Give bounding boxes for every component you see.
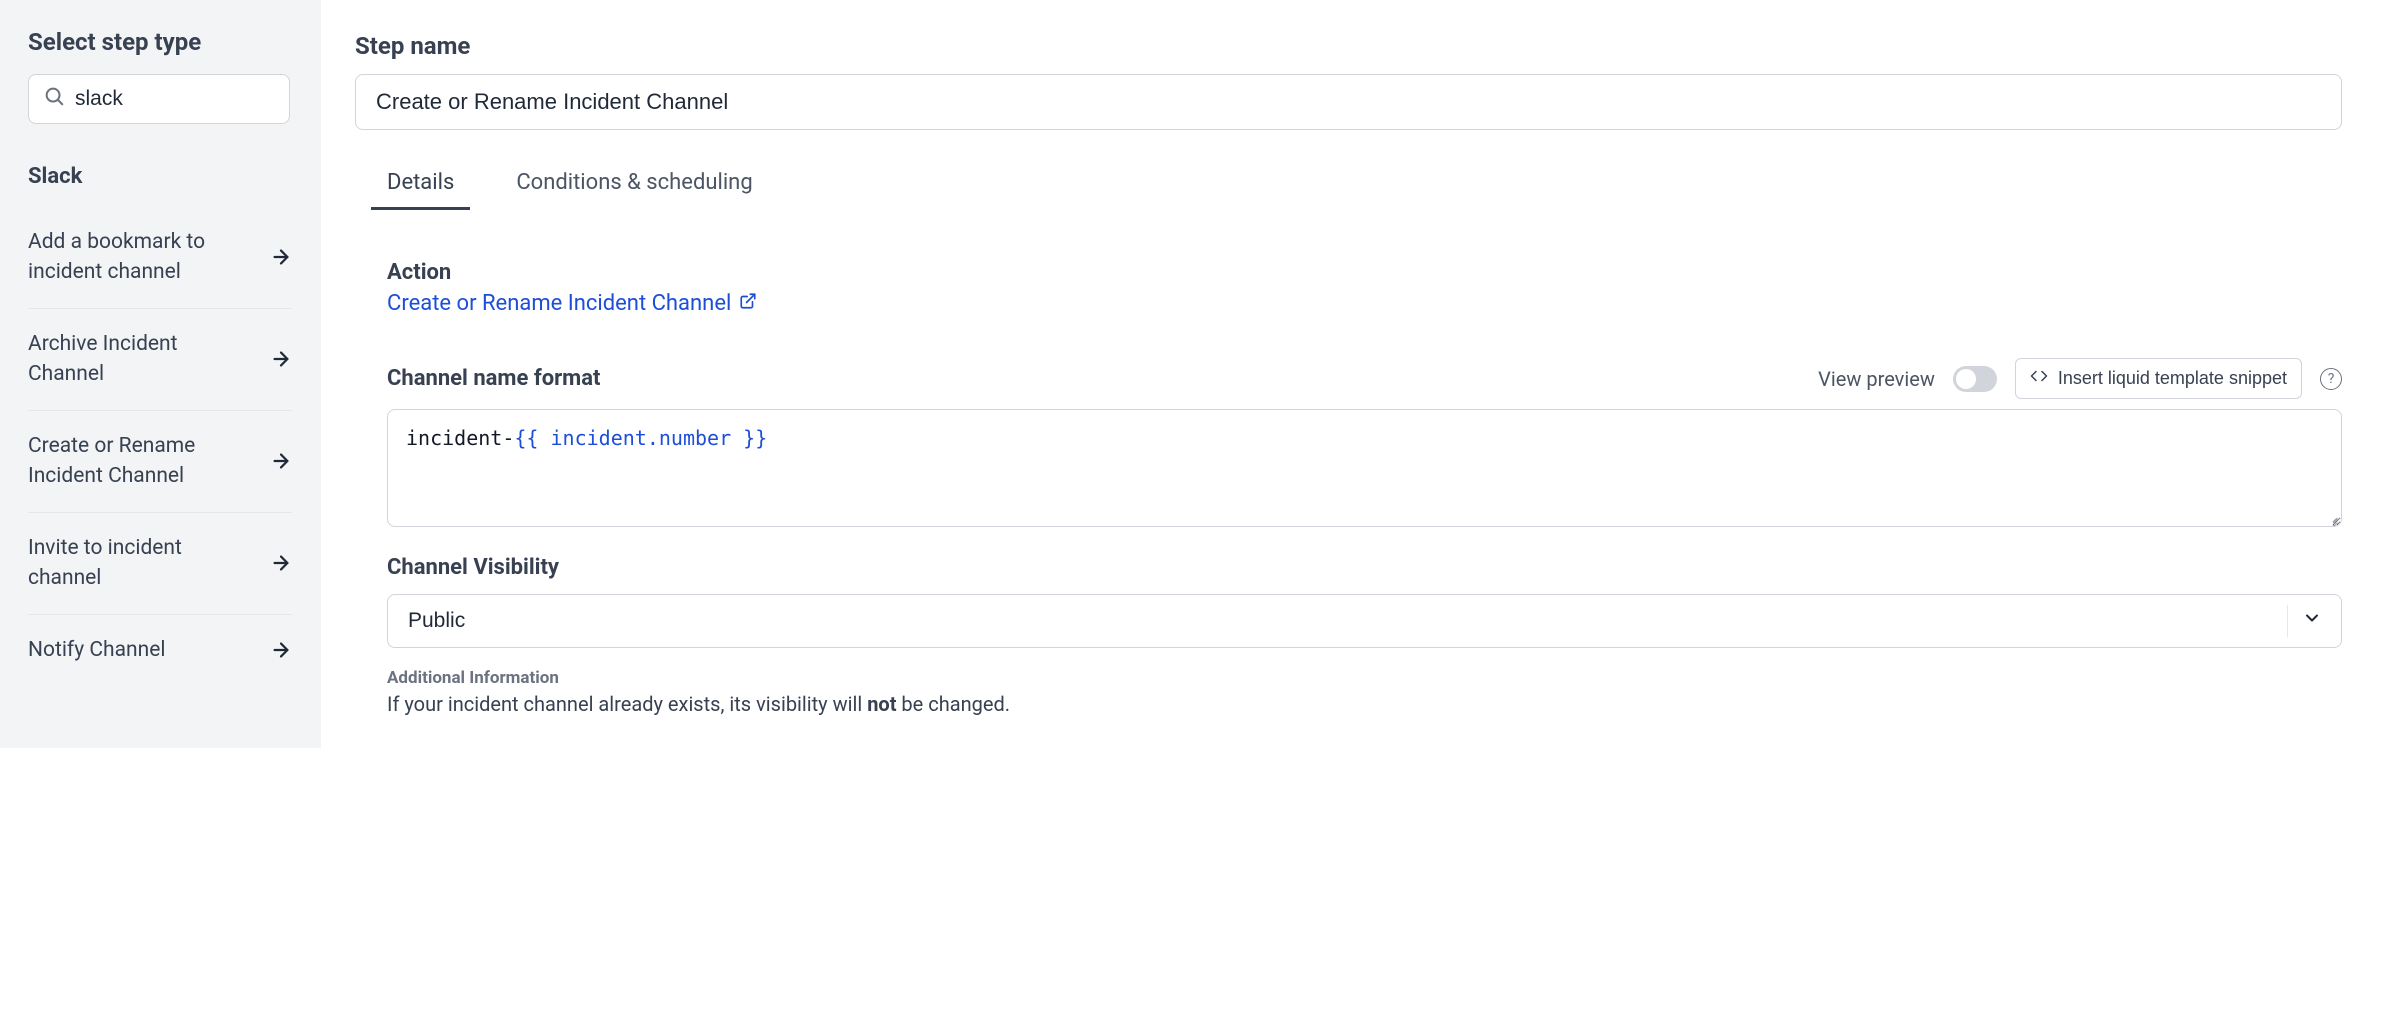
select-divider [2287, 605, 2288, 637]
additional-information: Additional Information If your incident … [387, 668, 2342, 716]
help-icon[interactable]: ? [2320, 368, 2342, 390]
step-item-label: Add a bookmark to incident channel [28, 227, 238, 288]
channel-visibility-select-wrap [387, 594, 2342, 648]
step-item-notify-channel[interactable]: Notify Channel [28, 615, 292, 685]
action-link-text: Create or Rename Incident Channel [387, 291, 731, 316]
action-label: Action [387, 260, 2342, 285]
action-link[interactable]: Create or Rename Incident Channel [387, 291, 757, 316]
arrow-right-icon [270, 450, 292, 472]
channel-format-input[interactable]: incident-{{ incident.number }} [387, 409, 2342, 527]
step-item-archive-channel[interactable]: Archive Incident Channel [28, 309, 292, 411]
external-link-icon [739, 291, 757, 316]
arrow-right-icon [270, 552, 292, 574]
main-panel: Step name Details Conditions & schedulin… [321, 0, 2390, 748]
arrow-right-icon [270, 639, 292, 661]
step-group-label: Slack [28, 164, 292, 189]
arrow-right-icon [270, 246, 292, 268]
channel-visibility-select[interactable] [387, 594, 2342, 648]
toggle-knob [1956, 369, 1976, 389]
search-icon [43, 85, 65, 113]
code-plain-text: incident- [406, 426, 514, 450]
additional-info-header: Additional Information [387, 668, 2342, 688]
step-item-label: Invite to incident channel [28, 533, 238, 594]
channel-format-label: Channel name format [387, 366, 600, 391]
channel-visibility-label: Channel Visibility [387, 555, 2342, 580]
code-liquid-text: {{ incident.number }} [514, 426, 767, 450]
code-icon [2030, 367, 2048, 390]
tabs: Details Conditions & scheduling [355, 170, 2342, 210]
step-item-create-rename-channel[interactable]: Create or Rename Incident Channel [28, 411, 292, 513]
sidebar-title: Select step type [28, 28, 292, 56]
resize-grip-icon [2324, 509, 2338, 523]
arrow-right-icon [270, 348, 292, 370]
view-preview-label: View preview [1818, 367, 1935, 391]
search-input[interactable] [75, 87, 275, 111]
additional-info-body: If your incident channel already exists,… [387, 692, 2342, 716]
tab-conditions-scheduling[interactable]: Conditions & scheduling [516, 170, 752, 209]
step-name-label: Step name [355, 32, 2342, 60]
details-section: Action Create or Rename Incident Channel… [355, 260, 2342, 716]
step-name-input[interactable] [355, 74, 2342, 130]
view-preview-toggle[interactable] [1953, 366, 1997, 392]
step-item-label: Create or Rename Incident Channel [28, 431, 238, 492]
tab-details[interactable]: Details [387, 170, 454, 209]
step-search[interactable] [28, 74, 290, 124]
step-item-add-bookmark[interactable]: Add a bookmark to incident channel [28, 207, 292, 309]
sidebar: Select step type Slack Add a bookmark to… [0, 0, 321, 748]
step-item-label: Notify Channel [28, 635, 165, 665]
step-type-list: Add a bookmark to incident channel Archi… [28, 207, 292, 685]
step-item-invite-channel[interactable]: Invite to incident channel [28, 513, 292, 615]
insert-snippet-button[interactable]: Insert liquid template snippet [2015, 358, 2302, 399]
step-item-label: Archive Incident Channel [28, 329, 238, 390]
insert-snippet-label: Insert liquid template snippet [2058, 368, 2287, 389]
